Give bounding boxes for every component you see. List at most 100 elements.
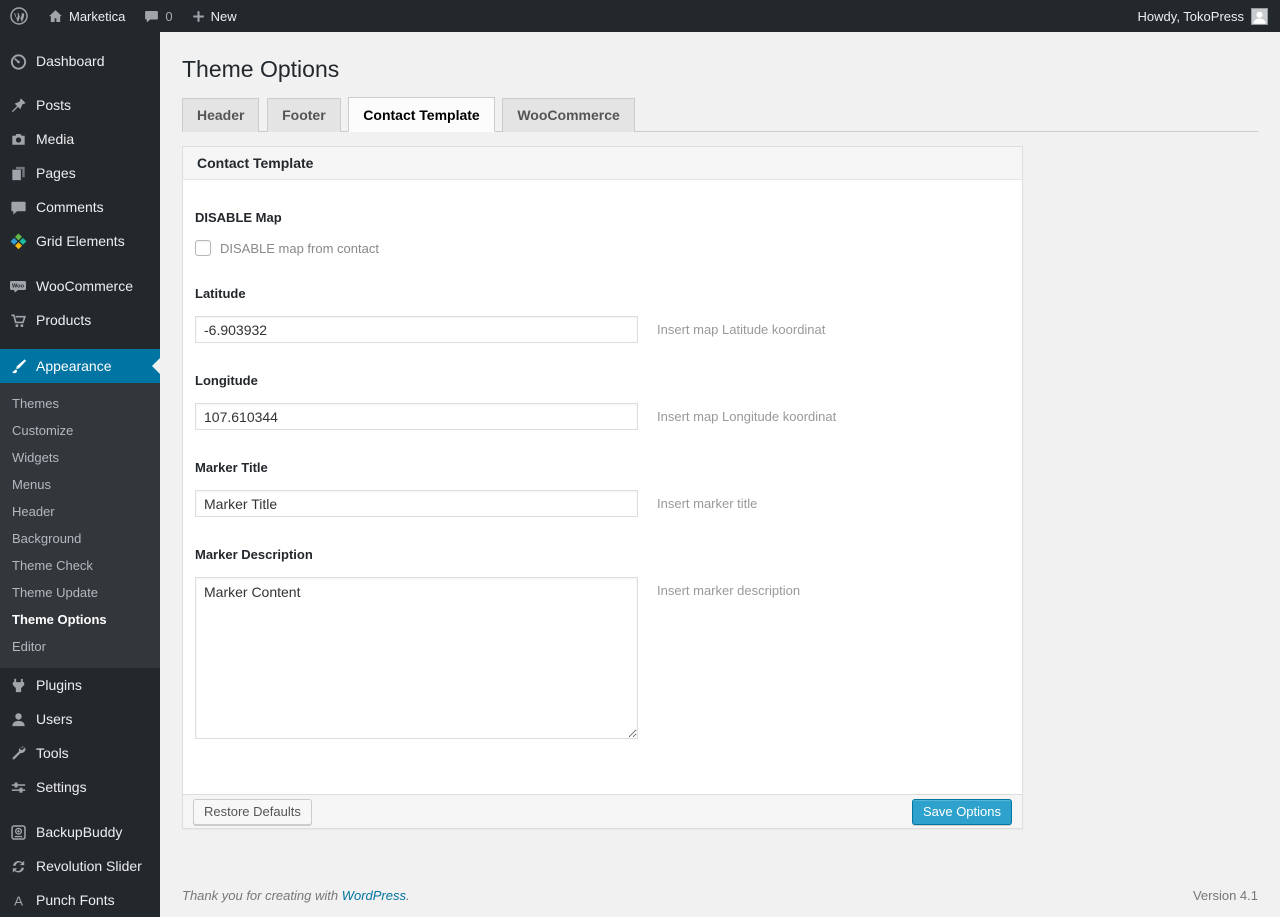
- sidebar-item-label: Media: [36, 131, 75, 147]
- marker-title-input[interactable]: [195, 490, 638, 517]
- sidebar-item-label: Users: [36, 711, 73, 727]
- sidebar-item-revolution-slider[interactable]: Revolution Slider: [0, 849, 160, 883]
- restore-defaults-button[interactable]: Restore Defaults: [193, 798, 312, 825]
- sidebar-item-label: Settings: [36, 779, 87, 795]
- sidebar-item-settings[interactable]: Settings: [0, 770, 160, 804]
- admin-bar: Marketica 0 New Howdy, TokoPress: [0, 0, 1280, 32]
- account-menu[interactable]: Howdy, TokoPress: [1126, 0, 1280, 32]
- field-label: Latitude: [195, 286, 246, 301]
- disable-map-checkbox-label[interactable]: DISABLE map from contact: [220, 241, 379, 256]
- new-content-menu[interactable]: New: [182, 0, 246, 32]
- save-options-button[interactable]: Save Options: [911, 798, 1012, 825]
- new-label: New: [210, 8, 237, 24]
- sidebar-item-woocommerce[interactable]: Woo WooCommerce: [0, 269, 160, 303]
- sidebar-item-label: Revolution Slider: [36, 858, 142, 874]
- tab-woocommerce[interactable]: WooCommerce: [502, 98, 635, 132]
- backupbuddy-icon: [8, 822, 28, 842]
- marker-description-textarea[interactable]: Marker Content: [195, 577, 638, 739]
- camera-icon: [8, 129, 28, 149]
- user-icon: [8, 709, 28, 729]
- site-link[interactable]: Marketica: [38, 0, 134, 32]
- submenu-item-menus[interactable]: Menus: [0, 471, 160, 498]
- latitude-hint: Insert map Latitude koordinat: [657, 322, 826, 337]
- contact-template-panel: Contact Template DISABLE Map DISABLE map…: [182, 146, 1023, 829]
- panel-footer: Restore Defaults Save Options: [183, 794, 1022, 828]
- sidebar-item-tools[interactable]: Tools: [0, 736, 160, 770]
- wrench-icon: [8, 743, 28, 763]
- wordpress-logo-menu[interactable]: [0, 0, 38, 32]
- field-longitude: Longitude Insert map Longitude koordinat: [195, 373, 1010, 430]
- sidebar-item-label: Products: [36, 312, 92, 328]
- sidebar-item-media[interactable]: Media: [0, 122, 160, 156]
- latitude-input[interactable]: [195, 316, 638, 343]
- sidebar-item-label: Grid Elements: [36, 233, 125, 249]
- appearance-brush-icon: [8, 356, 28, 376]
- sidebar-item-grid-elements[interactable]: Grid Elements: [0, 224, 160, 258]
- sidebar-item-plugins[interactable]: Plugins: [0, 668, 160, 702]
- sidebar-item-dashboard[interactable]: Dashboard: [0, 44, 160, 78]
- field-label: DISABLE Map: [195, 210, 282, 225]
- sidebar-item-label: Posts: [36, 97, 72, 113]
- plugin-icon: [8, 675, 28, 695]
- comments-shortcut[interactable]: 0: [134, 0, 181, 32]
- longitude-hint: Insert map Longitude koordinat: [657, 409, 837, 424]
- tab-contact-template[interactable]: Contact Template: [348, 97, 495, 132]
- sidebar-item-appearance[interactable]: Appearance: [0, 349, 160, 383]
- longitude-input[interactable]: [195, 403, 638, 430]
- field-disable-map: DISABLE Map DISABLE map from contact: [195, 210, 1010, 256]
- appearance-submenu: Themes Customize Widgets Menus Header Ba…: [0, 383, 160, 668]
- marker-title-hint: Insert marker title: [657, 496, 758, 511]
- sidebar-item-punch-fonts[interactable]: A Punch Fonts: [0, 883, 160, 917]
- footer-thanks: Thank you for creating with WordPress.: [182, 888, 410, 903]
- submenu-item-background[interactable]: Background: [0, 525, 160, 552]
- cart-icon: [8, 310, 28, 330]
- home-icon: [47, 8, 64, 25]
- submenu-item-theme-options[interactable]: Theme Options: [0, 606, 160, 633]
- settings-sliders-icon: [8, 777, 28, 797]
- version-text: Version 4.1: [1192, 888, 1258, 903]
- submenu-item-theme-update[interactable]: Theme Update: [0, 579, 160, 606]
- wordpress-link[interactable]: WordPress: [342, 888, 406, 903]
- pushpin-icon: [8, 95, 28, 115]
- sidebar-item-label: WooCommerce: [36, 278, 133, 294]
- sidebar-item-label: Dashboard: [36, 53, 105, 69]
- sidebar-item-posts[interactable]: Posts: [0, 88, 160, 122]
- grid-elements-icon: [8, 231, 28, 251]
- wordpress-logo-icon: [9, 6, 29, 26]
- comment-bubble-icon: [143, 8, 160, 25]
- howdy-text: Howdy, TokoPress: [1137, 8, 1244, 24]
- sidebar-item-comments[interactable]: Comments: [0, 190, 160, 224]
- sidebar-item-label: Tools: [36, 745, 69, 761]
- svg-text:Woo: Woo: [12, 284, 25, 290]
- sidebar-item-products[interactable]: Products: [0, 303, 160, 337]
- submenu-item-theme-check[interactable]: Theme Check: [0, 552, 160, 579]
- submenu-item-widgets[interactable]: Widgets: [0, 444, 160, 471]
- admin-footer: Thank you for creating with WordPress. V…: [182, 888, 1258, 903]
- sidebar-item-label: BackupBuddy: [36, 824, 123, 840]
- disable-map-checkbox[interactable]: [195, 240, 211, 256]
- sidebar-item-pages[interactable]: Pages: [0, 156, 160, 190]
- submenu-item-customize[interactable]: Customize: [0, 417, 160, 444]
- tab-footer[interactable]: Footer: [267, 98, 341, 132]
- field-marker-title: Marker Title Insert marker title: [195, 460, 1010, 517]
- submenu-item-header[interactable]: Header: [0, 498, 160, 525]
- footer-period: .: [406, 888, 410, 903]
- sidebar-item-backupbuddy[interactable]: BackupBuddy: [0, 815, 160, 849]
- field-latitude: Latitude Insert map Latitude koordinat: [195, 286, 1010, 343]
- sidebar-item-label: Plugins: [36, 677, 82, 693]
- letter-a-icon: A: [8, 890, 28, 910]
- site-name: Marketica: [69, 8, 126, 24]
- admin-sidebar: Dashboard Posts Media Pages Comments Gri…: [0, 32, 160, 917]
- theme-options-tabs: Header Footer Contact Template WooCommer…: [182, 88, 1258, 132]
- tab-header[interactable]: Header: [182, 98, 260, 132]
- pages-icon: [8, 163, 28, 183]
- avatar: [1251, 7, 1268, 25]
- field-label: Marker Description: [195, 547, 313, 562]
- sidebar-item-users[interactable]: Users: [0, 702, 160, 736]
- submenu-item-themes[interactable]: Themes: [0, 390, 160, 417]
- comment-count: 0: [165, 8, 173, 24]
- sidebar-item-label: Appearance: [36, 358, 112, 374]
- sidebar-item-label: Comments: [36, 199, 104, 215]
- submenu-item-editor[interactable]: Editor: [0, 633, 160, 660]
- panel-title: Contact Template: [183, 147, 1022, 180]
